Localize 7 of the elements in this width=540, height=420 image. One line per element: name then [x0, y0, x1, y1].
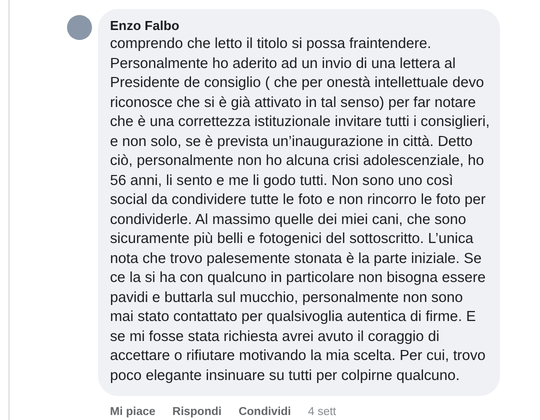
avatar[interactable] — [67, 15, 92, 40]
comment-time[interactable]: 4 sett — [308, 406, 336, 418]
action-link[interactable]: Rispondi — [172, 406, 222, 418]
author-name[interactable]: Enzo Falbo — [110, 18, 490, 33]
comment-text: comprendo che letto il titolo si possa fraintendere. Personalmente ho aderito ad un invio di una lettera al Presidente de consiglio ( che per onestà intellettuale devo riconosce che si è già attivato in tal senso) per far notare che è una correttezza istituzionale invitare tutti i consiglieri, e non solo, se è prevista un’inaugurazione in città. Detto ciò, personalmente non ho alcuna crisi adolescenziale, ho 56 anni, li sento e me li godo tutti. Non sono uno così social da condividere tutte le foto e non rincorro le foto per condividerle. Al massimo quelle dei miei cani, che sono sicuramente più belli e fotogenici del sottoscritto. L’unica nota che trovo palesemente stonata è la parte iniziale. Se ce la si ha con qualcuno in particolare non bisogna essere pavidi e buttarla sul mucchio, personalmente non sono mai stato contattato per qualsivoglia autentica di firme. E se mi fosse stata richiesta avrei avuto il coraggio di accettare o rifiutare motivando la mia scelta. Per cui, trovo poco elegante insinuare su tutti per colpirne qualcuno. — [110, 35, 490, 386]
action-link[interactable]: Mi piace — [110, 406, 156, 418]
action-link[interactable]: Condividi — [238, 406, 291, 418]
